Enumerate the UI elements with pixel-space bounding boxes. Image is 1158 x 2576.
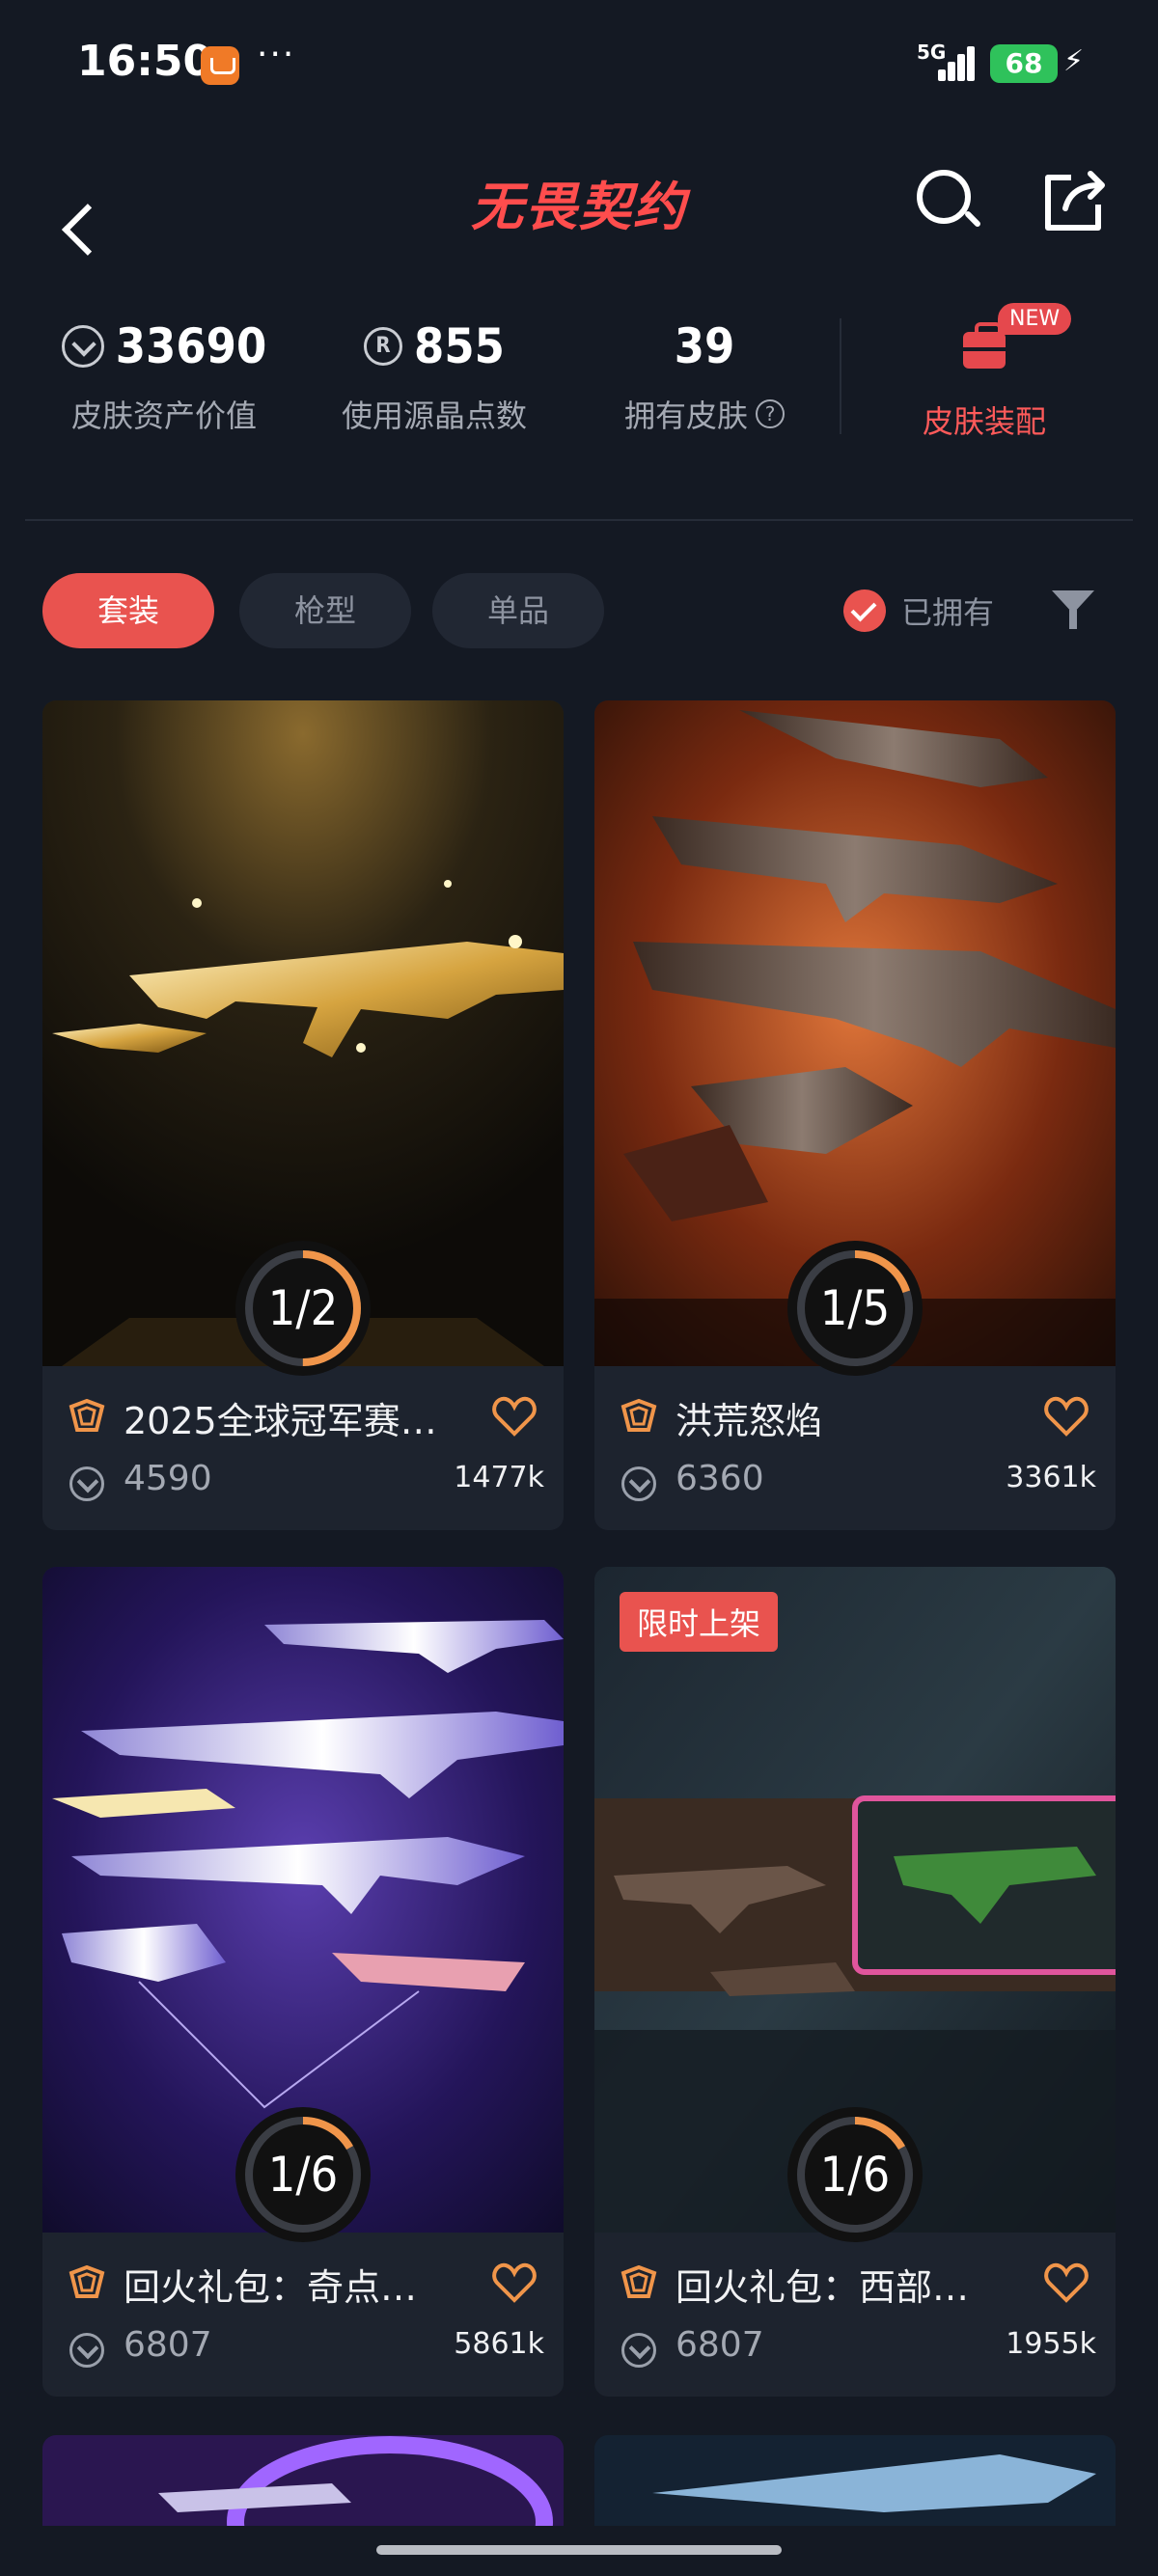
bundle-card-partial[interactable] — [42, 2435, 564, 2526]
radianite-stat: R 855 使用源晶点数 — [328, 318, 540, 436]
skin-loadout-button[interactable]: NEW 皮肤装配 — [897, 303, 1072, 442]
status-bar: 16:50 ··· 5G 68 ⚡ — [0, 0, 1158, 125]
bundle-artwork — [42, 2435, 564, 2526]
bundle-card-partial[interactable] — [594, 2435, 1116, 2526]
tab-bundle[interactable]: 套装 — [42, 573, 214, 648]
skins-owned-count: 39 — [674, 318, 735, 374]
asset-value-label: 皮肤资产价值 — [70, 397, 257, 434]
check-icon — [843, 589, 886, 632]
radianite-label: 使用源晶点数 — [341, 397, 527, 434]
collection-progress: 1/6 — [787, 2107, 923, 2242]
bundle-artwork — [594, 2435, 1116, 2526]
skins-owned-label: 拥有皮肤 — [623, 397, 748, 434]
bundle-price: 4590 — [124, 1459, 212, 1498]
bundle-likes: 1477k — [454, 1461, 544, 1494]
search-icon — [917, 170, 971, 224]
valorant-points-icon — [621, 1466, 656, 1501]
skins-owned-stat[interactable]: 39 拥有皮肤 ? — [608, 318, 801, 436]
bundle-likes: 3361k — [1006, 1461, 1096, 1494]
asset-value-stat: 33690 皮肤资产价值 — [58, 318, 270, 436]
bundle-name: 回火礼包：西部… — [676, 2266, 970, 2309]
asset-stats: 33690 皮肤资产价值 R 855 使用源晶点数 39 拥有皮肤 ? NEW … — [0, 289, 1158, 463]
bundle-likes: 5861k — [454, 2327, 544, 2361]
stats-divider — [840, 318, 841, 434]
valorant-points-icon — [621, 2333, 656, 2368]
bundle-price: 6807 — [124, 2325, 212, 2365]
radianite-points: 855 — [414, 318, 505, 374]
section-divider — [25, 519, 1133, 521]
battery-level: 68 — [990, 44, 1058, 83]
collection-progress: 1/5 — [787, 1241, 923, 1376]
card-info: 2025全球冠军赛… 4590 1477k — [42, 1366, 564, 1530]
owned-filter-label: 已拥有 — [901, 594, 995, 631]
valorant-points-icon — [69, 1466, 104, 1501]
new-badge: NEW — [998, 303, 1072, 335]
limited-time-badge: 限时上架 — [620, 1592, 779, 1652]
loadout-bag-icon — [963, 322, 1006, 369]
share-icon — [1045, 171, 1105, 231]
charging-icon: ⚡ — [1063, 44, 1085, 78]
favorite-icon[interactable] — [492, 1395, 537, 1438]
signal-icon — [924, 46, 975, 81]
bundle-name: 2025全球冠军赛… — [124, 1400, 437, 1442]
card-info: 回火礼包：奇点… 6807 5861k — [42, 2233, 564, 2397]
status-time: 16:50 — [77, 37, 213, 86]
skin-loadout-label: 皮肤装配 — [922, 403, 1046, 440]
collection-progress: 1/2 — [235, 1241, 371, 1376]
progress-text: 1/5 — [819, 1280, 891, 1336]
tier-icon — [69, 1399, 105, 1432]
progress-text: 1/6 — [819, 2147, 891, 2203]
filter-icon[interactable] — [1052, 587, 1098, 631]
owned-filter-toggle[interactable]: 已拥有 — [843, 589, 994, 633]
radianite-icon: R — [364, 327, 403, 366]
app-header: 无畏契约 — [0, 145, 1158, 251]
bundle-price: 6360 — [676, 1459, 764, 1498]
bundle-card[interactable]: 限时上架 1/6 回火礼包：西部… 6807 1955k — [594, 1567, 1116, 2397]
bundle-name: 洪荒怒焰 — [676, 1400, 823, 1442]
bundle-likes: 1955k — [1006, 2327, 1096, 2361]
tier-icon — [69, 2265, 105, 2298]
home-indicator[interactable] — [376, 2545, 782, 2555]
bundle-price: 6807 — [676, 2325, 764, 2365]
bundle-name: 回火礼包：奇点… — [124, 2266, 418, 2309]
progress-text: 1/6 — [267, 2147, 339, 2203]
bundle-card[interactable]: 1/6 回火礼包：奇点… 6807 5861k — [42, 1567, 564, 2397]
back-button[interactable] — [42, 162, 110, 230]
tab-weapon-type[interactable]: 枪型 — [239, 573, 411, 648]
notification-app-icon — [201, 46, 239, 85]
help-icon[interactable]: ? — [756, 399, 785, 428]
share-button[interactable] — [1038, 164, 1112, 237]
more-notifications-icon: ··· — [257, 35, 296, 74]
valorant-points-icon — [69, 2333, 104, 2368]
progress-text: 1/2 — [267, 1280, 339, 1336]
tier-icon — [620, 2265, 657, 2298]
favorite-icon[interactable] — [1044, 1395, 1089, 1438]
filter-row: 套装 枪型 单品 已拥有 — [0, 573, 1158, 650]
asset-value: 33690 — [115, 318, 267, 374]
bundle-card[interactable]: 1/2 2025全球冠军赛… 4590 1477k — [42, 700, 564, 1530]
favorite-icon[interactable] — [1044, 2261, 1089, 2304]
bundle-card[interactable]: 1/5 洪荒怒焰 6360 3361k — [594, 700, 1116, 1530]
tab-single-item[interactable]: 单品 — [432, 573, 604, 648]
card-info: 洪荒怒焰 6360 3361k — [594, 1366, 1116, 1530]
valorant-points-icon — [61, 325, 104, 368]
collection-progress: 1/6 — [235, 2107, 371, 2242]
tier-icon — [620, 1399, 657, 1432]
page-title: 无畏契约 — [471, 177, 687, 237]
favorite-icon[interactable] — [492, 2261, 537, 2304]
search-button[interactable] — [909, 162, 986, 239]
card-info: 回火礼包：西部… 6807 1955k — [594, 2233, 1116, 2397]
